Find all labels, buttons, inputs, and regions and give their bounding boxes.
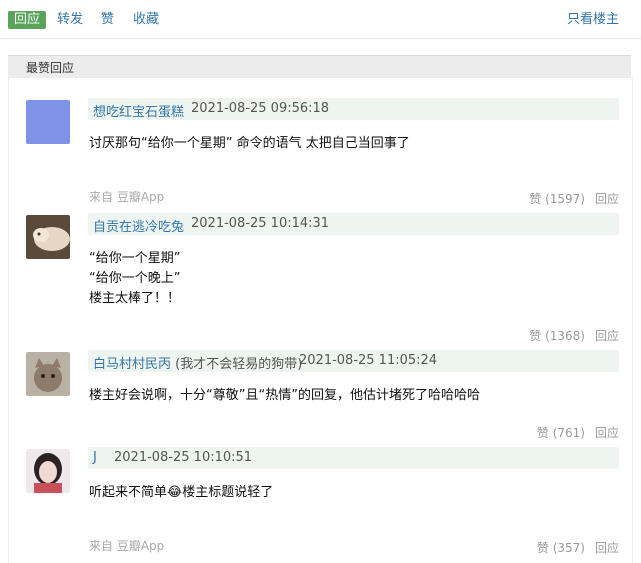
comment-reply-button[interactable]: 回应 xyxy=(595,426,619,440)
collect-button[interactable]: 收藏 xyxy=(133,11,159,29)
comment-reply-button[interactable]: 回应 xyxy=(595,192,619,206)
comment-like-button[interactable]: 赞 (1597) xyxy=(529,192,585,206)
comment-line: “给你一个星期” xyxy=(89,251,181,266)
comment-time: 2021-08-25 10:14:31 xyxy=(191,216,330,231)
avatar[interactable] xyxy=(26,215,70,259)
comment-username[interactable]: 自贡在逃冷吃兔 xyxy=(93,216,184,235)
forward-button[interactable]: 转发 xyxy=(57,11,83,29)
comment-line: 楼主好会说啊，十分“尊敬”且“热情”的回复，他估计堵死了哈哈哈哈 xyxy=(89,388,480,403)
avatar-image xyxy=(26,449,70,493)
avatar-image xyxy=(26,352,70,396)
comment-username-wrap: 白马村村民丙 (我才不会轻易的狗带) xyxy=(93,353,302,372)
comment-source[interactable]: 来自 豆瓣App xyxy=(89,188,164,205)
comment-meta: 想吃红宝石蛋糕 2021-08-25 09:56:18 xyxy=(88,98,619,120)
comment-username[interactable]: 想吃红宝石蛋糕 xyxy=(93,101,184,120)
comment-meta: 自贡在逃冷吃兔 2021-08-25 10:14:31 xyxy=(88,213,619,235)
comment-line: 听起来不简单😂楼主标题说轻了 xyxy=(89,485,274,500)
comment-like-button[interactable]: 赞 (1368) xyxy=(529,329,585,343)
comment-signature: (我才不会轻易的狗带) xyxy=(175,357,303,372)
comment-like-button[interactable]: 赞 (761) xyxy=(537,426,585,440)
comment-time: 2021-08-25 11:05:24 xyxy=(299,353,438,368)
comment-meta: 白马村村民丙 (我才不会轻易的狗带) 2021-08-25 11:05:24 xyxy=(88,350,619,372)
comment-line: 讨厌那句“给你一个星期” 命令的语气 太把自己当回事了 xyxy=(89,136,410,151)
comment-username[interactable]: J xyxy=(93,450,97,465)
comment-body: 听起来不简单😂楼主标题说轻了 xyxy=(89,483,273,503)
comment-body: 楼主好会说啊，十分“尊敬”且“热情”的回复，他估计堵死了哈哈哈哈 xyxy=(89,386,480,406)
comment-line: “给你一个晚上” xyxy=(89,271,181,286)
comment-body: “给你一个星期” “给你一个晚上” 楼主太棒了！！ xyxy=(89,249,180,309)
comment-actions: 赞 (761) 回应 xyxy=(537,424,619,441)
comment-reply-button[interactable]: 回应 xyxy=(595,329,619,343)
like-button[interactable]: 赞 xyxy=(101,11,114,29)
avatar-image xyxy=(26,100,70,144)
comment-time: 2021-08-25 10:10:51 xyxy=(114,450,253,465)
comment-meta: J 2021-08-25 10:10:51 xyxy=(88,447,619,469)
comment-time: 2021-08-25 09:56:18 xyxy=(191,101,330,116)
avatar[interactable] xyxy=(26,352,70,396)
avatar-image xyxy=(26,215,70,259)
comment-like-button[interactable]: 赞 (357) xyxy=(537,541,585,555)
comment-source[interactable]: 来自 豆瓣App xyxy=(89,537,164,554)
reply-button[interactable]: 回应 xyxy=(8,11,47,29)
avatar[interactable] xyxy=(26,449,70,493)
comment-reply-button[interactable]: 回应 xyxy=(595,541,619,555)
comment-actions: 赞 (357) 回应 xyxy=(537,539,619,556)
only-op-link[interactable]: 只看楼主 xyxy=(567,11,619,29)
comment-line: 楼主太棒了！！ xyxy=(89,291,181,306)
comment-actions: 赞 (1597) 回应 xyxy=(529,190,619,207)
avatar[interactable] xyxy=(26,100,70,144)
comment-body: 讨厌那句“给你一个星期” 命令的语气 太把自己当回事了 xyxy=(89,134,410,154)
action-bar: 回应 转发 赞 收藏 只看楼主 xyxy=(0,0,641,39)
section-title: 最赞回应 xyxy=(26,61,75,75)
comment-username[interactable]: 白马村村民丙 xyxy=(93,357,171,372)
comment-actions: 赞 (1368) 回应 xyxy=(529,327,619,344)
section-header: 最赞回应 xyxy=(8,55,631,78)
